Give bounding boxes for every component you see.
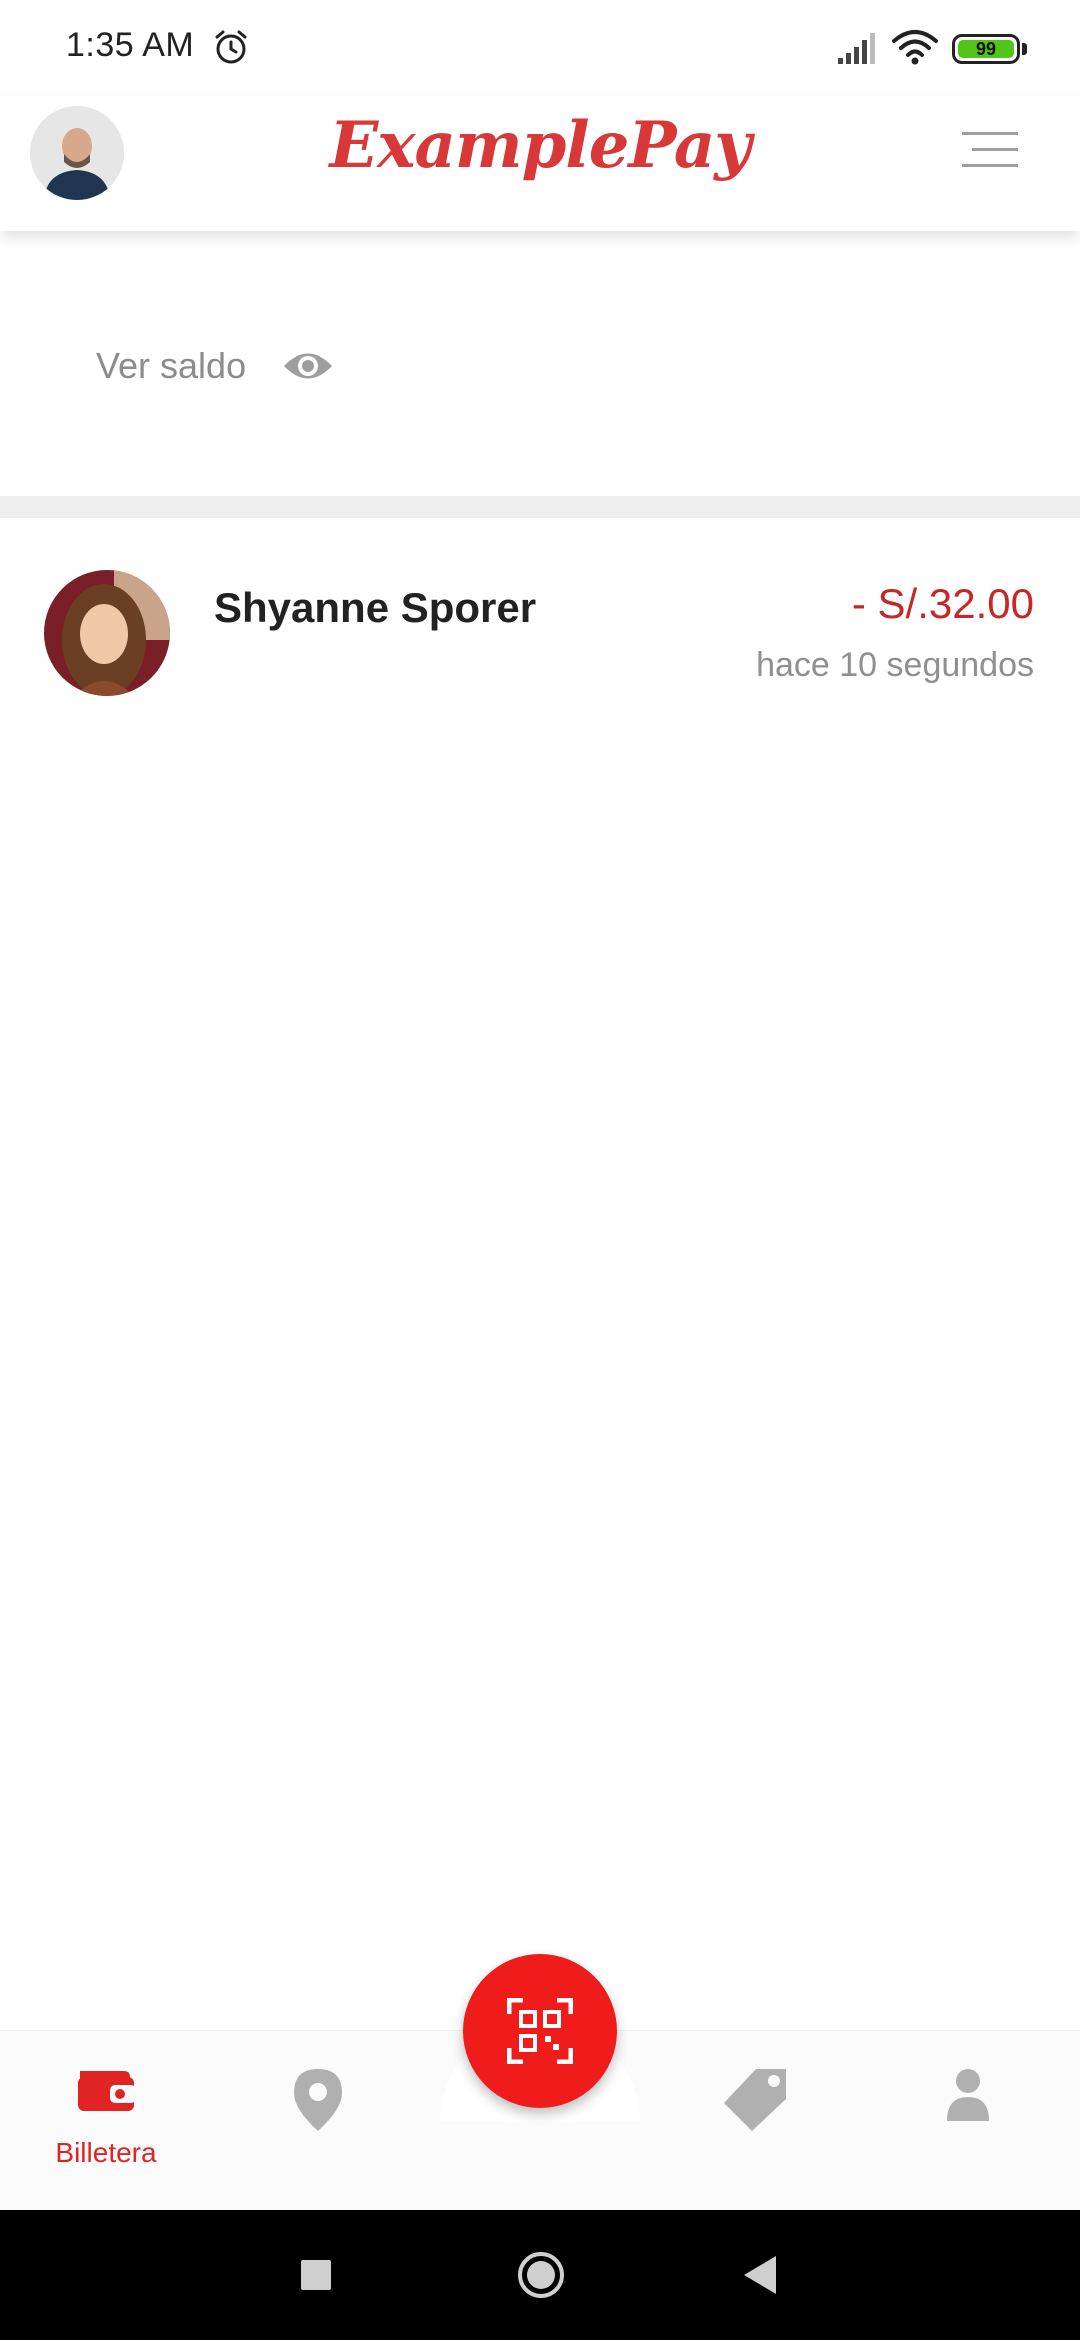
balance-section: Ver saldo <box>0 231 1080 496</box>
wifi-icon <box>892 30 938 65</box>
eye-icon[interactable] <box>282 347 334 385</box>
recents-icon[interactable] <box>301 2260 331 2290</box>
person-icon <box>947 2069 989 2121</box>
battery-level: 99 <box>958 39 1014 59</box>
tag-icon <box>724 2069 786 2131</box>
qr-scan-button[interactable] <box>463 1954 617 2108</box>
view-balance-label[interactable]: Ver saldo <box>96 345 246 387</box>
contact-avatar-image <box>44 570 170 696</box>
status-bar: 1:35 AM 99 <box>0 0 1080 96</box>
app-logo: ExamplePay <box>329 108 752 183</box>
contact-avatar <box>44 570 170 696</box>
app-header: ExamplePay <box>0 96 1080 231</box>
status-time: 1:35 AM <box>66 26 195 64</box>
transaction-time: hace 10 segundos <box>756 646 1034 684</box>
nav-item-profile[interactable] <box>945 2067 1001 2177</box>
signal-icon <box>838 33 875 64</box>
transaction-name: Shyanne Sporer <box>214 584 537 631</box>
alarm-icon <box>215 30 247 64</box>
transaction-row[interactable]: Shyanne Sporer - S/.32.00 hace 10 segund… <box>0 518 1080 698</box>
nav-item-offers[interactable] <box>720 2067 792 2177</box>
nav-item-wallet[interactable]: Billetera <box>40 2067 172 2177</box>
battery-tip <box>1022 43 1027 55</box>
nav-label-wallet: Billetera <box>55 2137 157 2168</box>
menu-icon[interactable] <box>962 130 1022 170</box>
transaction-amount: - S/.32.00 <box>851 580 1034 627</box>
back-icon[interactable] <box>742 2254 778 2296</box>
qr-scan-icon <box>507 1998 573 2064</box>
location-pin-icon <box>294 2069 342 2131</box>
battery-icon: 99 <box>952 34 1020 64</box>
section-divider <box>0 496 1080 518</box>
system-navigation-bar <box>0 2210 1080 2340</box>
home-icon[interactable] <box>516 2250 566 2300</box>
wallet-icon <box>78 2071 136 2111</box>
nav-item-location[interactable] <box>292 2067 352 2177</box>
